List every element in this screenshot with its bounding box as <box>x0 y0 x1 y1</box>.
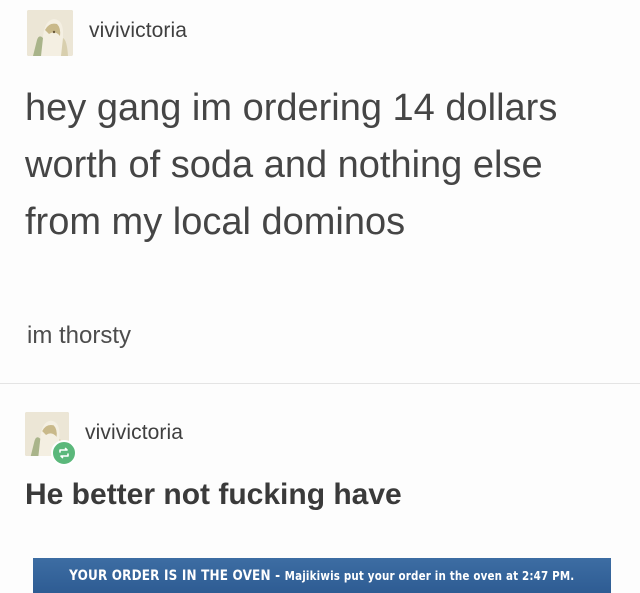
order-status-banner: YOUR ORDER IS IN THE OVEN - Majikiwis pu… <box>33 558 611 593</box>
post-username[interactable]: vivivictoria <box>89 19 187 43</box>
reblog-icon <box>51 440 77 466</box>
avatar-icon[interactable] <box>27 10 73 56</box>
reblog-text: He better not fucking have <box>25 478 402 511</box>
banner-separator: - <box>270 567 285 584</box>
reblog-username[interactable]: vivivictoria <box>85 421 183 445</box>
banner-detail-text: Majikiwis put your order in the oven at … <box>284 568 575 583</box>
post-body-text: hey gang im ordering 14 dollars worth of… <box>25 87 558 243</box>
screenshot-page: vivivictoria hey gang im ordering 14 dol… <box>0 0 640 593</box>
post-subtext: im thorsty <box>27 322 132 349</box>
banner-main-text: YOUR ORDER IS IN THE OVEN <box>69 567 271 584</box>
post-divider <box>0 383 640 384</box>
original-post: vivivictoria hey gang im ordering 14 dol… <box>0 0 640 384</box>
